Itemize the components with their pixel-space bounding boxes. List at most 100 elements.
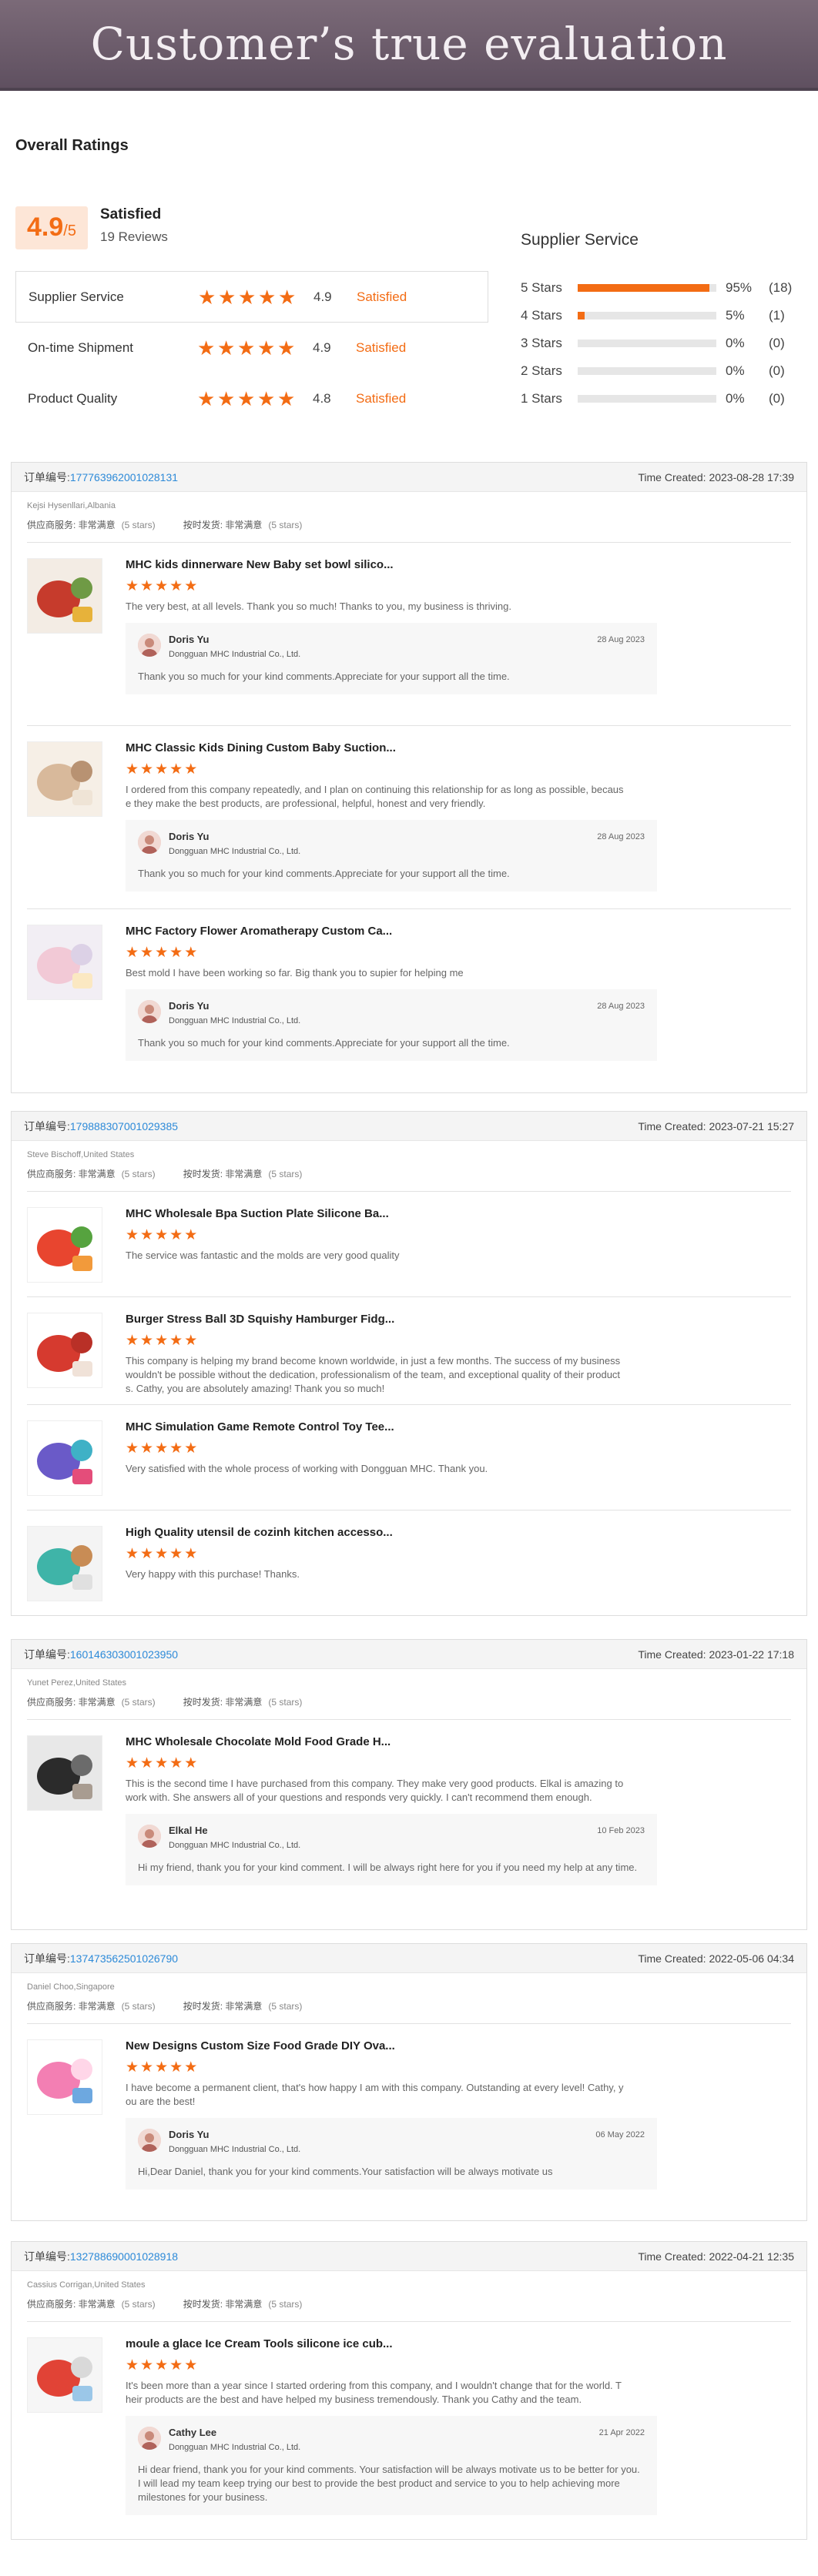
product-thumbnail[interactable]	[27, 1735, 102, 1811]
review-stars: ★ ★ ★ ★ ★	[126, 762, 791, 777]
star-icon: ★	[277, 336, 296, 360]
product-thumbnail[interactable]	[27, 1526, 102, 1601]
star-bar-label: 1 Stars	[521, 391, 562, 406]
reply-date: 28 Aug 2023	[597, 635, 645, 644]
product-title[interactable]: High Quality utensil de cozinh kitchen a…	[126, 1526, 791, 1539]
star-icon: ★	[217, 387, 236, 410]
overall-ratings-title: Overall Ratings	[15, 137, 129, 154]
star-icon: ★	[184, 1440, 198, 1457]
product-title[interactable]: MHC Wholesale Chocolate Mold Food Grade …	[126, 1735, 791, 1748]
order-time-group: Time Created: 2023-07-21 15:27	[638, 1120, 794, 1132]
avatar-image	[138, 2427, 161, 2450]
order-id-link[interactable]: 137473562501026790	[70, 1952, 178, 1965]
shipment-tag-stars: (5 stars)	[268, 520, 303, 530]
product-thumbnail[interactable]	[27, 741, 102, 817]
product-thumbnail[interactable]	[27, 1313, 102, 1388]
rating-tags: 供应商服务: 非常满意 (5 stars) 按时发货: 非常满意 (5 stars)	[12, 510, 806, 531]
product-title[interactable]: MHC kids dinnerware New Baby set bowl si…	[126, 558, 791, 571]
star-icon: ★	[155, 945, 169, 961]
reply-text: Hi dear friend, thank you for your kind …	[138, 2464, 640, 2503]
reply-company: Dongguan MHC Industrial Co., Ltd.	[169, 2443, 301, 2452]
shipment-tag-stars: (5 stars)	[268, 1697, 303, 1708]
product-thumbnail[interactable]	[27, 925, 102, 1000]
reply-date: 28 Aug 2023	[597, 1002, 645, 1011]
product-title[interactable]: MHC Simulation Game Remote Control Toy T…	[126, 1420, 791, 1434]
review-stars: ★ ★ ★ ★ ★	[126, 945, 791, 960]
star-bar-track	[578, 284, 716, 292]
shipment-tag-text: 按时发货: 非常满意	[183, 1697, 263, 1708]
page: Customer’s true evaluation Overall Ratin…	[0, 0, 818, 2576]
star-icon: ★	[237, 387, 256, 410]
product-title[interactable]: Burger Stress Ball 3D Squishy Hamburger …	[126, 1313, 791, 1326]
product-thumbnail[interactable]	[27, 2039, 102, 2115]
review-text: I ordered from this company repeatedly, …	[126, 784, 624, 809]
order-id-link[interactable]: 160146303001023950	[70, 1648, 178, 1661]
product-thumbnail[interactable]	[27, 1207, 102, 1283]
star-icon: ★	[184, 761, 198, 778]
order-card: 订单编号:177763962001028131 Time Created: 202…	[11, 462, 807, 1093]
service-tag: 供应商服务: 非常满意 (5 stars)	[27, 1695, 156, 1708]
star-icon: ★	[184, 2059, 198, 2076]
star-bar-count: (0)	[769, 391, 785, 406]
star-icon: ★	[140, 1546, 154, 1562]
service-tag-text: 供应商服务: 非常满意	[27, 2001, 116, 2012]
star-icon: ★	[140, 1227, 154, 1243]
product-title[interactable]: MHC Factory Flower Aromatherapy Custom C…	[126, 925, 791, 938]
rating-row: Supplier Service ★ ★ ★ ★ ★ 4.9 Satisfied	[15, 272, 488, 323]
star-icon: ★	[126, 2059, 139, 2076]
score-max: /5	[63, 222, 76, 239]
review-body: MHC Factory Flower Aromatherapy Custom C…	[126, 909, 791, 1061]
star-icon: ★	[155, 578, 169, 594]
star-bar-row: 5 Stars 95% (18)	[521, 274, 806, 302]
order-id-link[interactable]: 179888307001029385	[70, 1120, 178, 1132]
reply-text: Thank you so much for your kind comments…	[138, 1037, 510, 1049]
star-icon: ★	[257, 387, 276, 410]
review-body: MHC Wholesale Bpa Suction Plate Silicone…	[126, 1192, 791, 1263]
supplier-reply: Doris Yu Dongguan MHC Industrial Co., Ltd…	[126, 2118, 657, 2190]
service-tag-text: 供应商服务: 非常满意	[27, 2299, 116, 2310]
star-icon: ★	[155, 2357, 169, 2374]
buyer-name: Daniel Choo,Singapore	[27, 1982, 115, 1992]
score-badge: 4.9 /5	[15, 206, 88, 249]
rating-tags: 供应商服务: 非常满意 (5 stars) 按时发货: 非常满意 (5 stars)	[12, 1992, 806, 2012]
reply-author: Elkal He	[169, 1825, 208, 1836]
product-title[interactable]: New Designs Custom Size Food Grade DIY O…	[126, 2039, 791, 2052]
order-id-link[interactable]: 177763962001028131	[70, 471, 178, 483]
product-title[interactable]: MHC Classic Kids Dining Custom Baby Suct…	[126, 741, 791, 754]
star-bar-label: 3 Stars	[521, 336, 562, 350]
product-thumbnail[interactable]	[27, 1420, 102, 1496]
reply-date: 10 Feb 2023	[597, 1826, 645, 1835]
star-icon: ★	[198, 285, 216, 309]
reply-author: Doris Yu	[169, 2129, 210, 2140]
order-header: 订单编号:137473562501026790 Time Created: 202…	[12, 1944, 806, 1973]
star-bar-percent: 95%	[726, 280, 753, 295]
star-icon: ★	[155, 1333, 169, 1349]
product-title[interactable]: moule a glace Ice Cream Tools silicone i…	[126, 2337, 791, 2350]
star-icon: ★	[140, 2357, 154, 2374]
product-image	[28, 559, 102, 633]
rating-row: Product Quality ★ ★ ★ ★ ★ 4.8 Satisfied	[15, 373, 488, 424]
review-items: moule a glace Ice Cream Tools silicone i…	[27, 2321, 791, 2539]
rating-value: 4.9	[313, 340, 331, 355]
product-image	[28, 1208, 102, 1282]
review-item: High Quality utensil de cozinh kitchen a…	[27, 1510, 791, 1615]
star-icon: ★	[169, 1546, 183, 1562]
star-bar-label: 5 Stars	[521, 280, 562, 295]
product-thumbnail[interactable]	[27, 558, 102, 634]
score-value: 4.9	[27, 212, 64, 242]
product-image	[28, 1313, 102, 1387]
reply-date: 06 May 2022	[595, 2130, 645, 2139]
shipment-tag-text: 按时发货: 非常满意	[183, 1169, 263, 1179]
review-stars: ★ ★ ★ ★ ★	[126, 1441, 791, 1456]
review-body: MHC kids dinnerware New Baby set bowl si…	[126, 543, 791, 694]
product-thumbnail[interactable]	[27, 2337, 102, 2413]
time-created-value: 2022-05-06 04:34	[709, 1952, 794, 1965]
star-icon: ★	[126, 761, 139, 778]
review-text: Very happy with this purchase! Thanks.	[126, 1568, 300, 1580]
order-id-link[interactable]: 132788690001028918	[70, 2250, 178, 2263]
service-tag-stars: (5 stars)	[121, 2299, 156, 2310]
buyer-name: Yunet Perez,United States	[27, 1678, 127, 1688]
star-bar-count: (1)	[769, 308, 785, 323]
product-title[interactable]: MHC Wholesale Bpa Suction Plate Silicone…	[126, 1207, 791, 1220]
star-rating: ★ ★ ★ ★ ★	[197, 387, 313, 410]
